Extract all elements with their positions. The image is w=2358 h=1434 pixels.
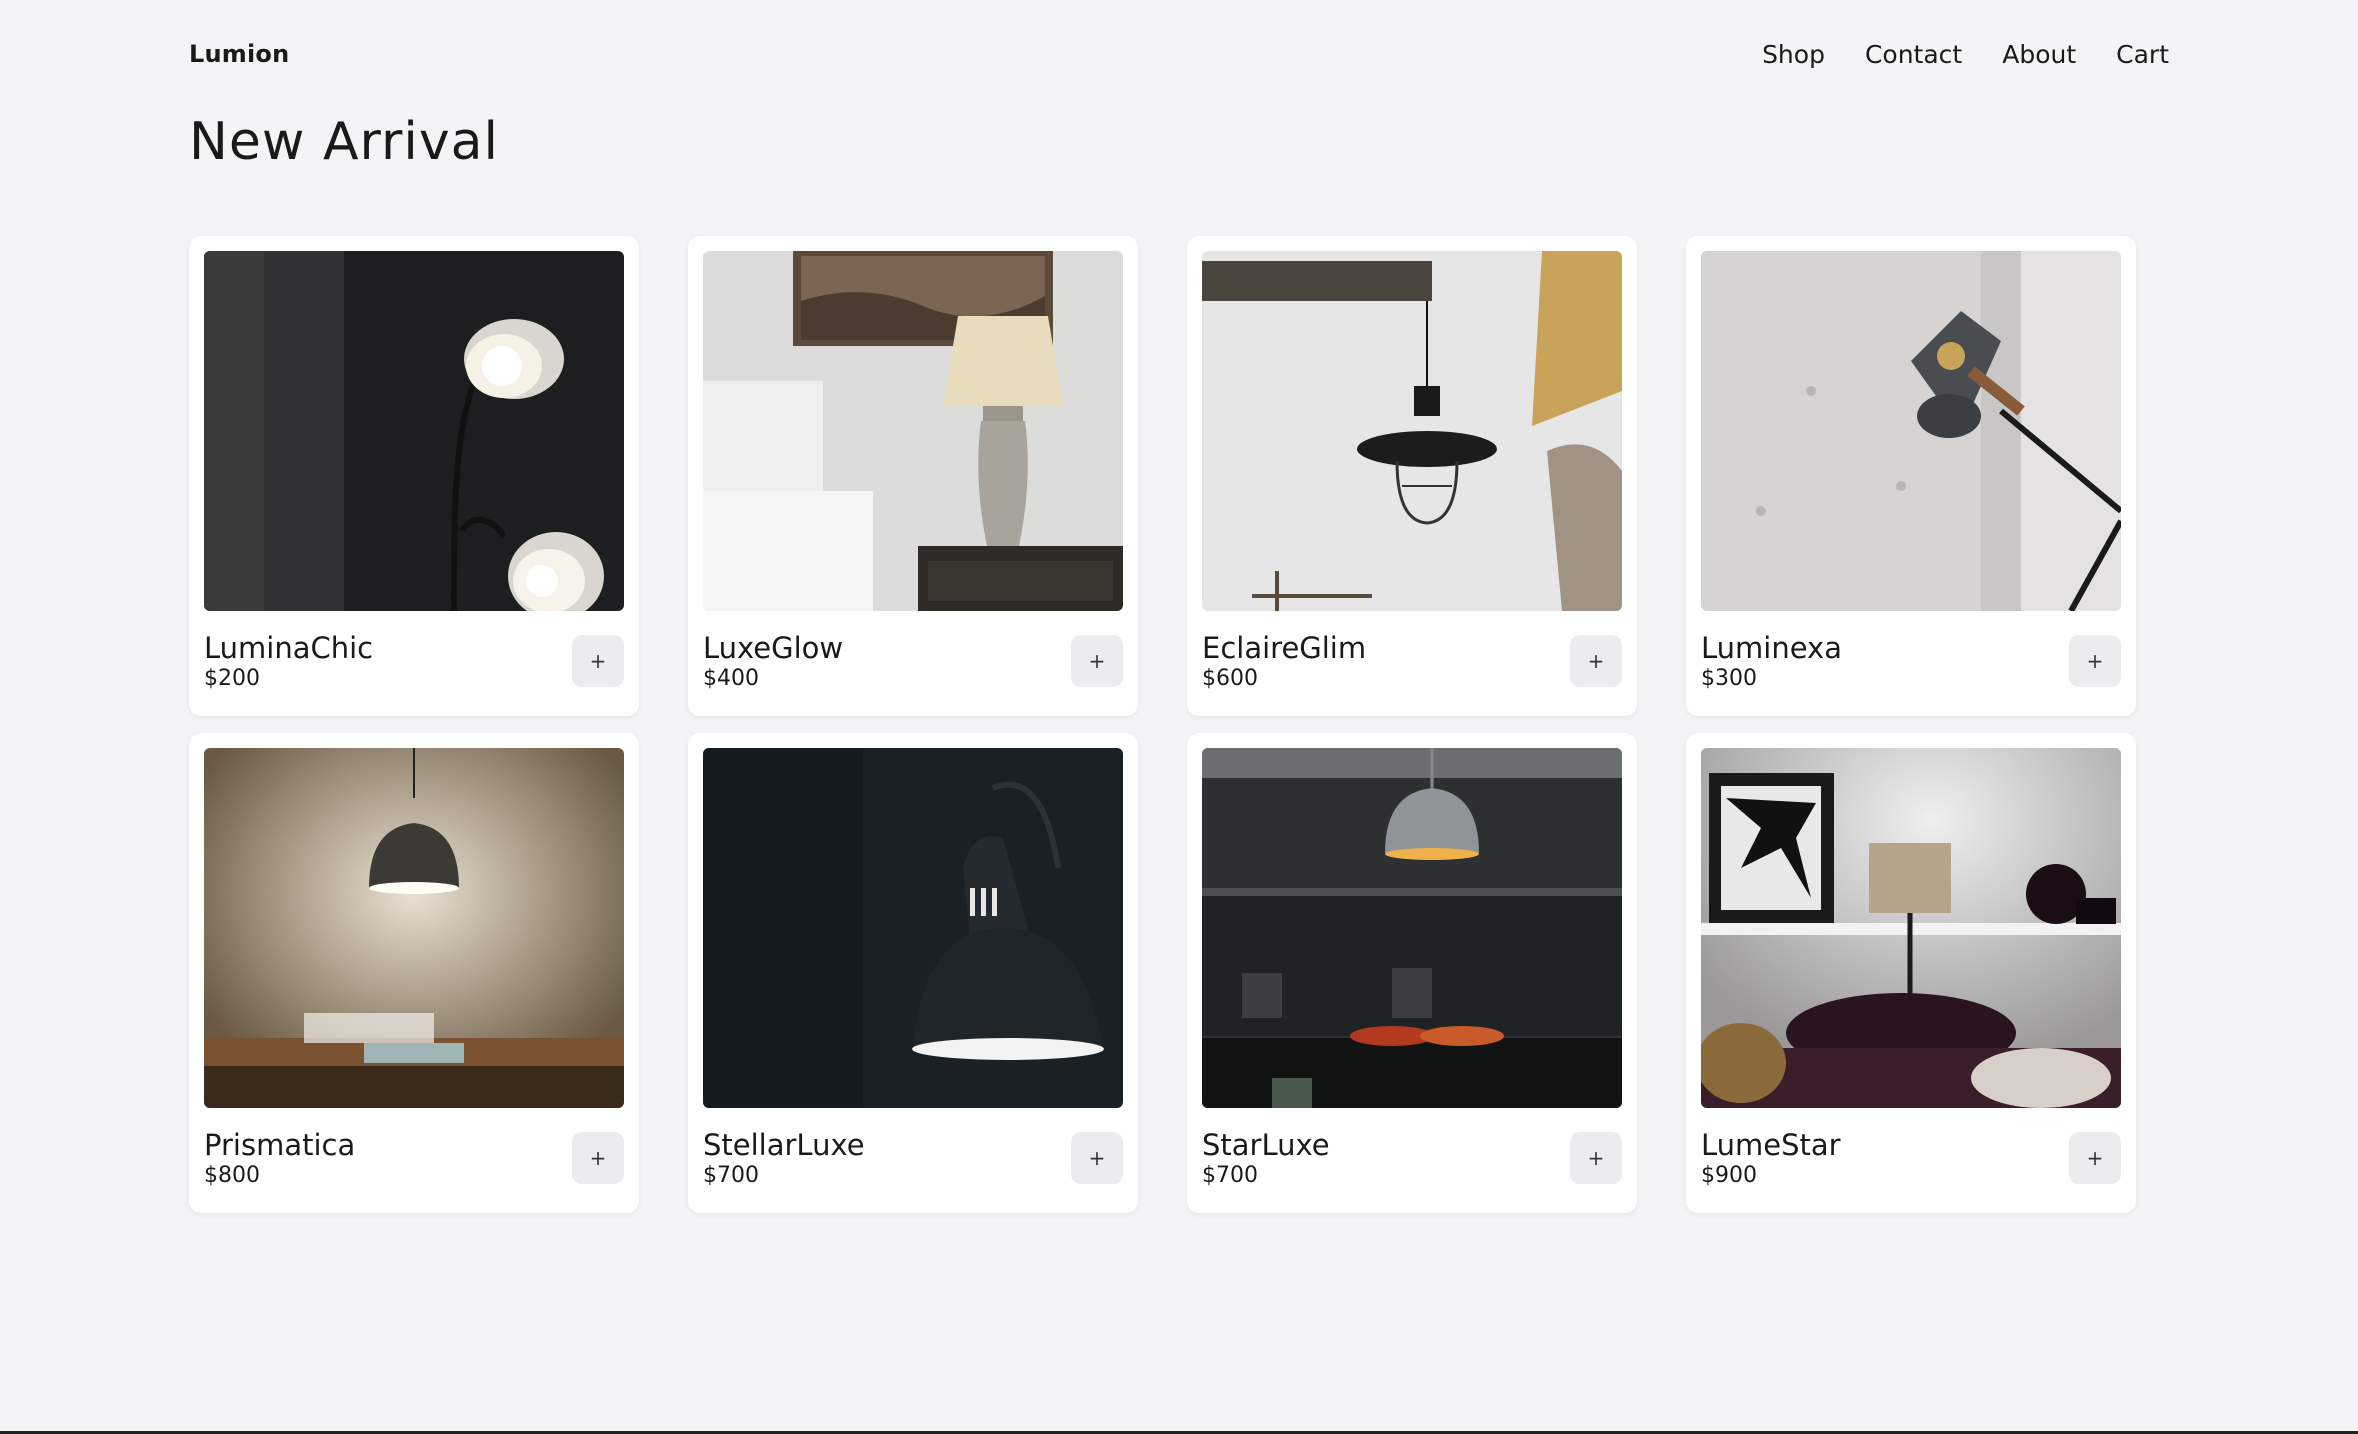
page-title: New Arrival	[189, 112, 499, 172]
floor-lamp-photo[interactable]	[204, 251, 624, 611]
main-nav: Shop Contact About Cart	[1762, 40, 2169, 69]
nav-about[interactable]: About	[2002, 40, 2076, 69]
product-info: LumeStar $900 +	[1701, 1128, 2121, 1188]
product-name: EclaireGlim	[1202, 631, 1367, 665]
product-grid: LuminaChic $200 + LuxeGlow $400 + Eclair…	[189, 236, 2136, 1213]
logo[interactable]: Lumion	[189, 40, 289, 68]
site-header: Lumion Shop Contact About Cart	[189, 36, 2169, 72]
product-name: Prismatica	[204, 1128, 356, 1162]
add-to-cart-button[interactable]: +	[1071, 1132, 1123, 1184]
product-info: StarLuxe $700 +	[1202, 1128, 1622, 1188]
dark-lamp-photo[interactable]	[703, 748, 1123, 1108]
product-price: $400	[703, 666, 759, 691]
product-price: $900	[1701, 1163, 1757, 1188]
nav-cart[interactable]: Cart	[2116, 40, 2169, 69]
product-card[interactable]: LumeStar $900 +	[1686, 733, 2136, 1213]
product-name: LuxeGlow	[703, 631, 844, 665]
product-name: LumeStar	[1701, 1128, 1841, 1162]
product-info: Luminexa $300 +	[1701, 631, 2121, 691]
dining-pendant-photo[interactable]	[204, 748, 624, 1108]
add-to-cart-button[interactable]: +	[572, 1132, 624, 1184]
product-name: StellarLuxe	[703, 1128, 865, 1162]
nav-shop[interactable]: Shop	[1762, 40, 1825, 69]
shelf-lamp-photo[interactable]	[1701, 748, 2121, 1108]
product-name: StarLuxe	[1202, 1128, 1330, 1162]
add-to-cart-button[interactable]: +	[572, 635, 624, 687]
kitchen-pendant-photo[interactable]	[1202, 748, 1622, 1108]
nav-contact[interactable]: Contact	[1865, 40, 1962, 69]
product-card[interactable]: LuxeGlow $400 +	[688, 236, 1138, 716]
wall-lamp-photo[interactable]	[1701, 251, 2121, 611]
add-to-cart-button[interactable]: +	[2069, 1132, 2121, 1184]
product-price: $800	[204, 1163, 260, 1188]
product-price: $700	[703, 1163, 759, 1188]
product-card[interactable]: Luminexa $300 +	[1686, 236, 2136, 716]
add-to-cart-button[interactable]: +	[1570, 635, 1622, 687]
add-to-cart-button[interactable]: +	[1570, 1132, 1622, 1184]
product-name: Luminexa	[1701, 631, 1842, 665]
product-info: Prismatica $800 +	[204, 1128, 624, 1188]
product-info: EclaireGlim $600 +	[1202, 631, 1622, 691]
product-name: LuminaChic	[204, 631, 374, 665]
product-info: StellarLuxe $700 +	[703, 1128, 1123, 1188]
add-to-cart-button[interactable]: +	[1071, 635, 1123, 687]
product-card[interactable]: LuminaChic $200 +	[189, 236, 639, 716]
product-card[interactable]: EclaireGlim $600 +	[1187, 236, 1637, 716]
product-price: $700	[1202, 1163, 1258, 1188]
product-info: LuxeGlow $400 +	[703, 631, 1123, 691]
product-price: $200	[204, 666, 260, 691]
add-to-cart-button[interactable]: +	[2069, 635, 2121, 687]
cage-pendant-photo[interactable]	[1202, 251, 1622, 611]
product-card[interactable]: StarLuxe $700 +	[1187, 733, 1637, 1213]
bedside-lamp-photo[interactable]	[703, 251, 1123, 611]
product-price: $300	[1701, 666, 1757, 691]
product-card[interactable]: StellarLuxe $700 +	[688, 733, 1138, 1213]
product-card[interactable]: Prismatica $800 +	[189, 733, 639, 1213]
product-info: LuminaChic $200 +	[204, 631, 624, 691]
product-price: $600	[1202, 666, 1258, 691]
